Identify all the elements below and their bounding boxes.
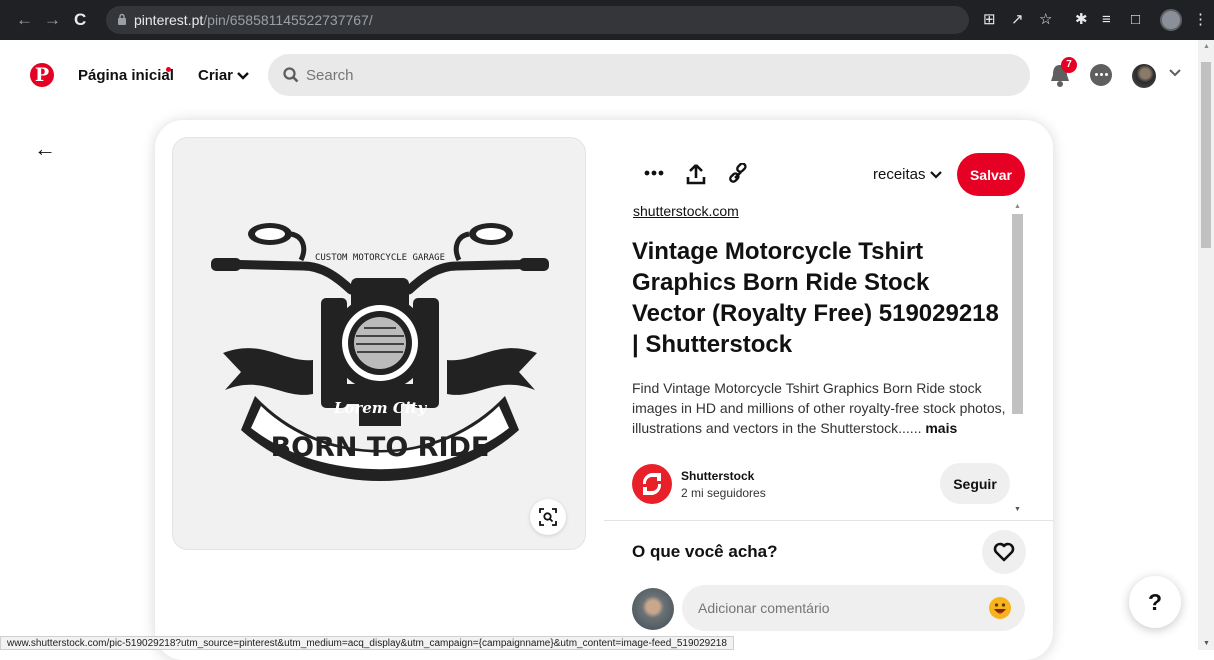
scroll-up-arrow-icon[interactable]: ▲ xyxy=(1014,203,1021,210)
more-options-icon[interactable] xyxy=(644,170,664,176)
read-more-link[interactable]: mais xyxy=(925,420,957,436)
scroll-down-arrow-icon[interactable]: ▼ xyxy=(1014,506,1021,513)
share-icon[interactable]: ↗ xyxy=(1011,10,1024,30)
nav-create[interactable]: Criar xyxy=(198,67,250,84)
address-bar[interactable]: pinterest.pt/pin/658581145522737767/ xyxy=(106,6,969,34)
comments-heading: O que você acha? xyxy=(632,542,778,561)
notifications-badge: 7 xyxy=(1061,57,1077,73)
user-avatar xyxy=(632,588,674,630)
board-selector[interactable]: receitas xyxy=(873,166,942,183)
install-icon[interactable]: ⊞ xyxy=(983,10,996,30)
back-icon[interactable]: ← xyxy=(16,10,33,30)
pinterest-logo[interactable]: P xyxy=(30,63,54,87)
page-scroll-down-icon[interactable]: ▼ xyxy=(1203,640,1210,647)
board-selector-label: receitas xyxy=(873,166,926,183)
page-scrollbar[interactable]: ▲ ▼ xyxy=(1198,40,1214,650)
messages-icon[interactable] xyxy=(1090,64,1112,86)
image-script-text: Lorem City xyxy=(333,399,428,417)
visual-search-button[interactable] xyxy=(530,499,566,535)
reload-icon[interactable]: C xyxy=(74,10,86,30)
copy-link-icon[interactable] xyxy=(728,163,748,185)
comment-input[interactable] xyxy=(696,596,976,620)
emoji-icon[interactable] xyxy=(989,597,1011,619)
comment-box[interactable] xyxy=(682,585,1025,631)
home-notification-dot xyxy=(166,67,171,72)
address-url[interactable]: pinterest.pt/pin/658581145522737767/ xyxy=(134,12,373,28)
nav-home[interactable]: Página inicial xyxy=(78,67,174,84)
image-top-text: CUSTOM MOTORCYCLE GARAGE xyxy=(315,253,445,263)
pin-image[interactable]: CUSTOM MOTORCYCLE GARAGE 19 69 Lorem Cit… xyxy=(172,137,586,550)
visual-search-icon xyxy=(539,508,557,526)
image-banner-text: BORN TO RIDE xyxy=(271,432,490,463)
forward-icon[interactable]: → xyxy=(44,10,61,30)
side-panel-icon[interactable]: □ xyxy=(1131,10,1140,30)
image-year-right: 69 xyxy=(475,369,497,388)
motorcycle-illustration: CUSTOM MOTORCYCLE GARAGE 19 69 Lorem Cit… xyxy=(211,223,549,481)
help-button[interactable]: ? xyxy=(1129,576,1181,628)
heart-icon xyxy=(993,542,1015,562)
pin-title: Vintage Motorcycle Tshirt Graphics Born … xyxy=(632,238,999,358)
chevron-down-icon xyxy=(929,171,942,179)
account-chevron-down-icon[interactable] xyxy=(1169,69,1181,77)
creator-avatar[interactable] xyxy=(632,464,672,504)
profile-avatar-header[interactable] xyxy=(1132,64,1156,88)
creator-name[interactable]: Shutterstock xyxy=(681,469,754,483)
react-button[interactable] xyxy=(982,530,1026,574)
search-input[interactable] xyxy=(304,63,994,87)
nav-create-label: Criar xyxy=(198,67,234,84)
pin-description: Find Vintage Motorcycle Tshirt Graphics … xyxy=(632,378,1012,438)
pin-details[interactable]: shutterstock.com Vintage Motorcycle Tshi… xyxy=(604,200,1026,518)
page-scroll-up-icon[interactable]: ▲ xyxy=(1203,43,1210,50)
status-bar-url: www.shutterstock.com/pic-519029218?utm_s… xyxy=(0,636,734,650)
reading-list-icon[interactable]: ≡ xyxy=(1102,10,1111,30)
browser-toolbar: ← → C pinterest.pt/pin/65858114552273776… xyxy=(0,0,1214,40)
back-arrow-icon[interactable]: ← xyxy=(34,136,56,162)
share-upload-icon[interactable] xyxy=(686,163,706,185)
save-button[interactable]: Salvar xyxy=(957,153,1025,196)
divider xyxy=(604,520,1053,521)
creator-followers: 2 mi seguidores xyxy=(681,486,766,500)
source-link[interactable]: shutterstock.com xyxy=(633,203,739,219)
search-bar[interactable] xyxy=(268,54,1030,96)
profile-avatar[interactable] xyxy=(1160,9,1182,31)
search-icon xyxy=(283,67,299,83)
shutterstock-logo-icon xyxy=(642,473,662,495)
details-scrollbar-thumb[interactable] xyxy=(1012,214,1023,414)
bookmark-star-icon[interactable]: ☆ xyxy=(1039,10,1052,30)
chevron-down-icon xyxy=(237,72,250,80)
image-year-left: 19 xyxy=(265,369,287,388)
page-scrollbar-thumb[interactable] xyxy=(1201,62,1211,248)
follow-button[interactable]: Seguir xyxy=(940,463,1010,504)
menu-icon[interactable]: ⋮ xyxy=(1193,10,1208,30)
lock-icon xyxy=(118,13,126,25)
extensions-icon[interactable]: ✱ xyxy=(1075,10,1088,30)
details-scrollbar[interactable]: ▲ ▼ xyxy=(1010,200,1026,518)
